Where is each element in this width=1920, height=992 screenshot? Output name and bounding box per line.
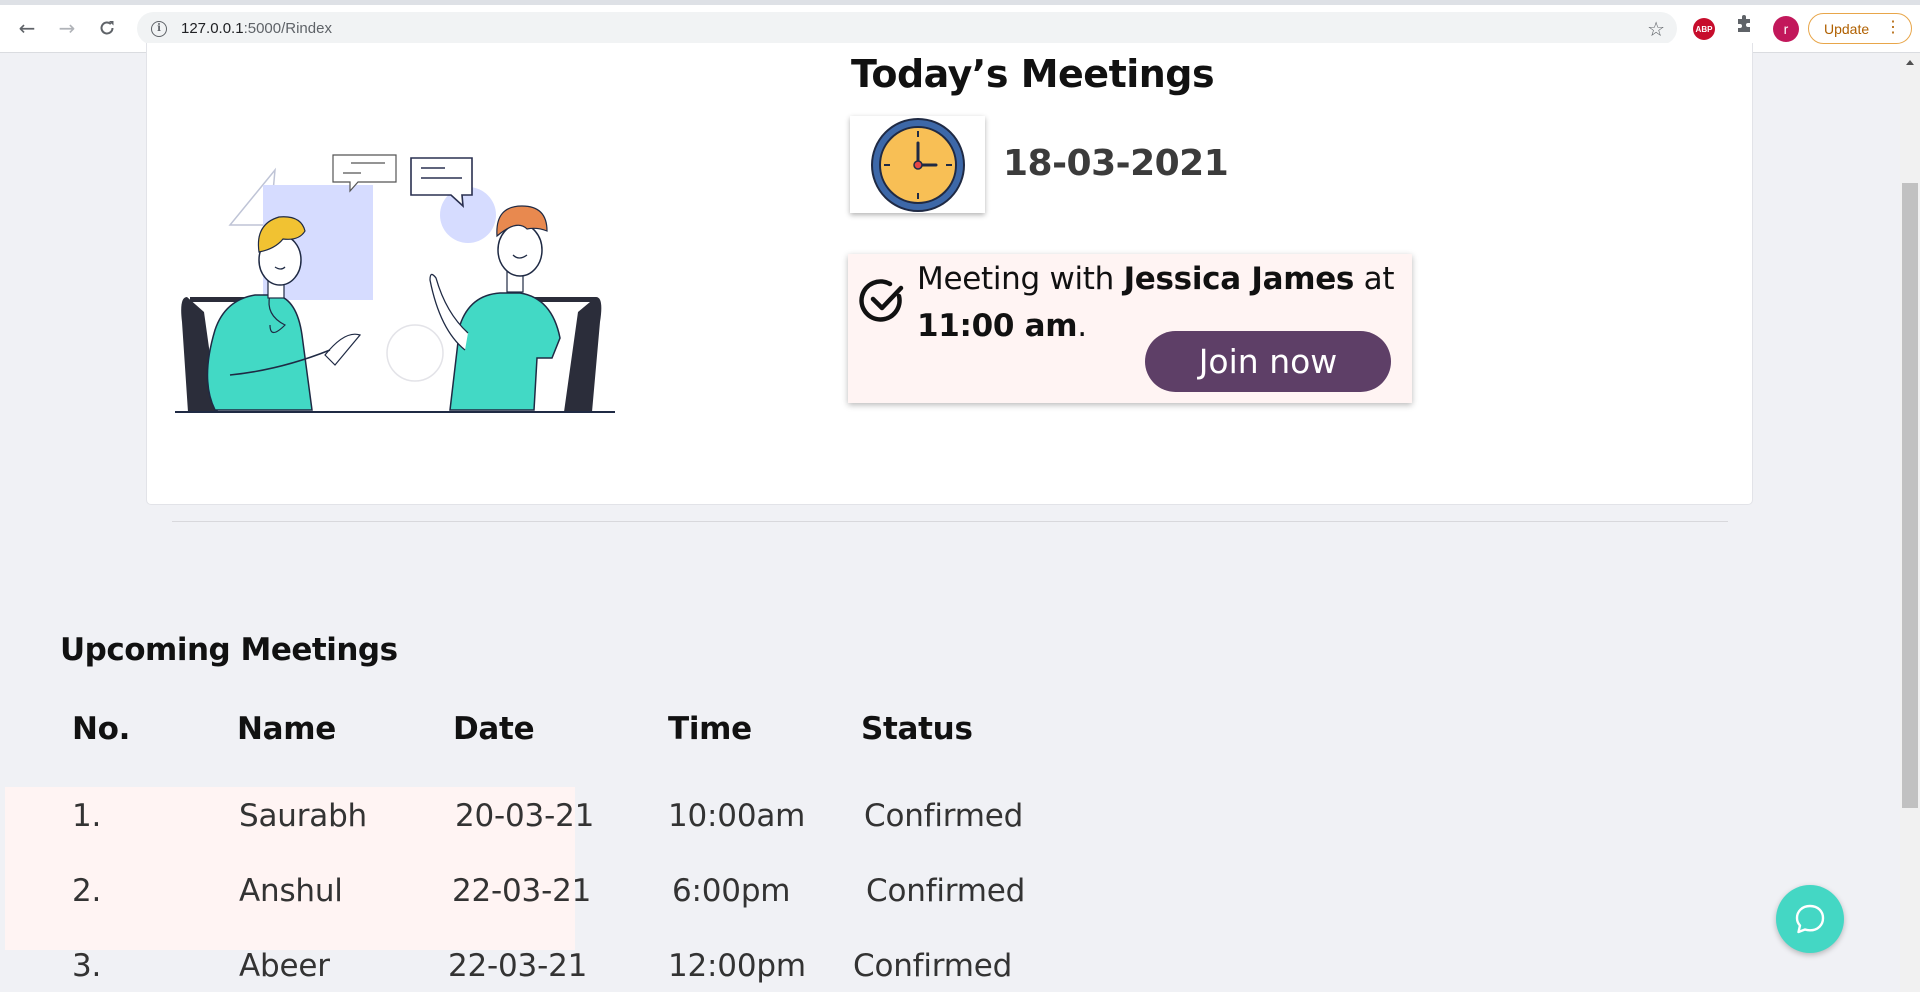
site-info-icon[interactable]: i	[151, 20, 167, 37]
meeting-time: 11:00 am	[917, 308, 1078, 344]
url-text[interactable]: 127.0.0.1:5000/Rindex	[181, 20, 332, 37]
adblock-extension-icon[interactable]: ABP	[1693, 18, 1715, 40]
row-1-date: 20-03-21	[455, 798, 595, 834]
join-now-button[interactable]: Join now	[1145, 331, 1391, 392]
meeting-person: Jessica James	[1123, 261, 1355, 297]
row-2-time: 6:00pm	[672, 873, 791, 909]
clock-icon	[850, 116, 985, 213]
row-3-status: Confirmed	[853, 948, 1013, 984]
update-button[interactable]: Update ⋮	[1808, 13, 1912, 44]
todays-meetings-title: Today’s Meetings	[851, 52, 1215, 96]
extensions-icon[interactable]	[1734, 15, 1754, 40]
forward-icon[interactable]: →	[53, 14, 81, 42]
menu-kebab-icon[interactable]: ⋮	[1885, 19, 1901, 37]
address-bar[interactable]: i 127.0.0.1:5000/Rindex ☆	[137, 12, 1677, 45]
row-1-status: Confirmed	[864, 798, 1024, 834]
scrollbar-thumb[interactable]	[1902, 183, 1918, 808]
todays-date: 18-03-2021	[1003, 143, 1229, 184]
row-3-time: 12:00pm	[668, 948, 806, 984]
chat-bubble-icon	[1795, 904, 1825, 934]
row-1-no: 1.	[72, 798, 102, 834]
row-2-no: 2.	[72, 873, 102, 909]
section-divider	[172, 521, 1728, 522]
meeting-illustration	[175, 154, 615, 413]
update-label: Update	[1824, 20, 1870, 37]
row-2-status: Confirmed	[866, 873, 1026, 909]
header-name: Name	[237, 711, 336, 747]
upcoming-meetings-title: Upcoming Meetings	[60, 632, 398, 668]
back-icon[interactable]: ←	[13, 14, 41, 42]
row-1-time: 10:00am	[668, 798, 806, 834]
header-time: Time	[668, 711, 752, 747]
scroll-up-arrow-icon[interactable]	[1906, 60, 1914, 65]
bookmark-star-icon[interactable]: ☆	[1647, 17, 1665, 41]
row-3-no: 3.	[72, 948, 102, 984]
chat-button[interactable]	[1776, 885, 1844, 953]
header-date: Date	[453, 711, 535, 747]
tab-strip	[0, 0, 1920, 5]
header-no: No.	[72, 711, 131, 747]
check-circle-icon	[859, 279, 904, 322]
row-2-name: Anshul	[239, 873, 343, 909]
reload-icon[interactable]	[93, 14, 121, 42]
header-status: Status	[861, 711, 973, 747]
profile-avatar[interactable]: r	[1773, 16, 1799, 42]
row-1-name: Saurabh	[239, 798, 367, 834]
row-3-date: 22-03-21	[448, 948, 588, 984]
row-3-name: Abeer	[239, 948, 330, 984]
meeting-card: Meeting with Jessica James at 11:00 am. …	[848, 254, 1412, 403]
row-2-date: 22-03-21	[452, 873, 592, 909]
